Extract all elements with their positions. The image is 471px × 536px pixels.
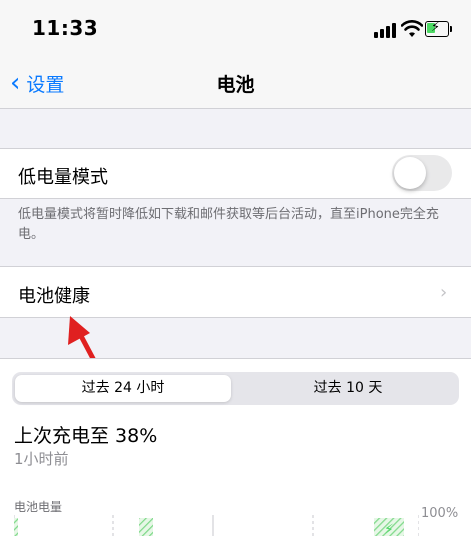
last-charge-text: 上次充电至 38%	[14, 425, 158, 447]
charge-bar	[139, 518, 153, 536]
tab-last-24-hours[interactable]: 过去 24 小时	[15, 375, 231, 402]
chart-max-label: 100%	[421, 506, 459, 521]
tab-last-10-days[interactable]: 过去 10 天	[240, 375, 456, 402]
chart-title: 电池电量	[14, 500, 63, 514]
charging-bolt-icon: ⚡	[384, 522, 394, 536]
charge-bar	[14, 518, 18, 536]
battery-level-chart: ⚡	[14, 515, 419, 536]
range-segmented-control: 过去 24 小时 过去 10 天	[12, 372, 459, 405]
last-charge-time: 1小时前	[14, 450, 69, 468]
